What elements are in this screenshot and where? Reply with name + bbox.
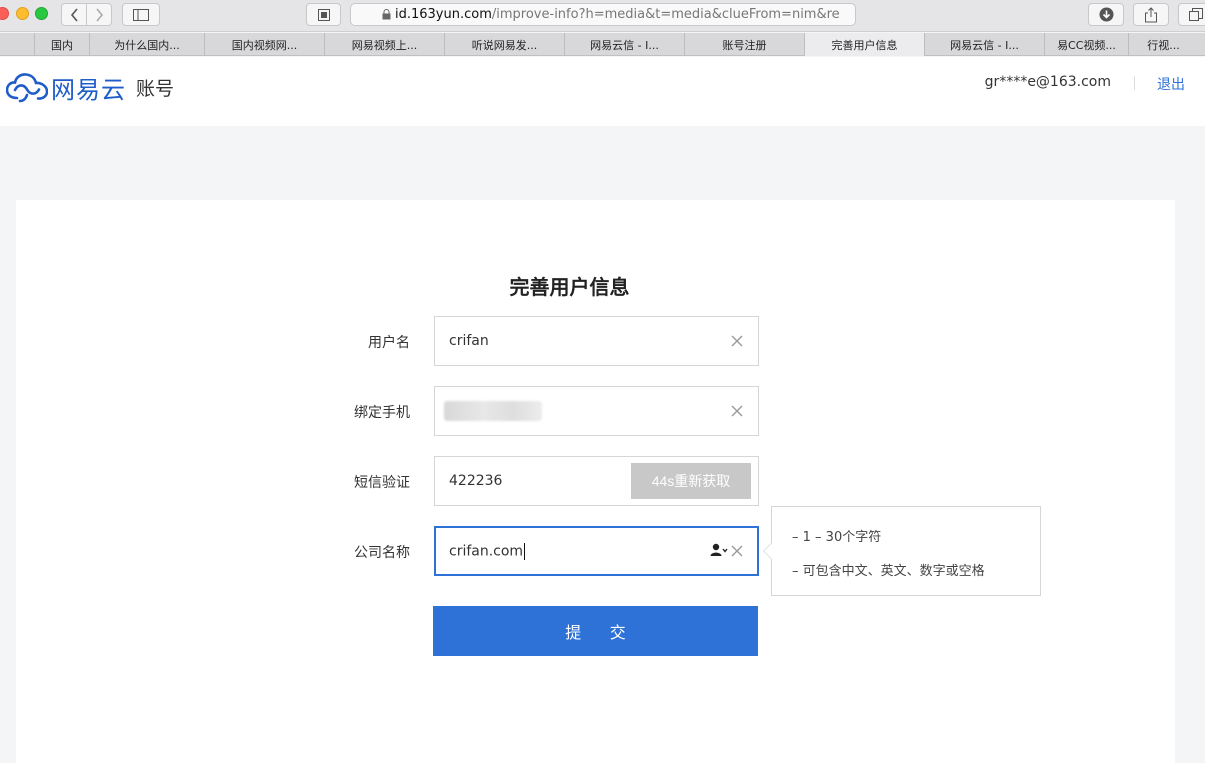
- lock-icon: [382, 9, 391, 20]
- phone-field-box[interactable]: [434, 386, 759, 436]
- reader-button[interactable]: [306, 3, 341, 26]
- sidebar-icon: [133, 8, 149, 21]
- share-icon: [1145, 6, 1157, 22]
- tab-2[interactable]: 国内视频网...: [204, 33, 324, 56]
- autofill-contact-icon[interactable]: [710, 543, 728, 557]
- downloads-button[interactable]: [1088, 3, 1124, 26]
- url-text: id.163yun.com/improve-info?h=media&t=med…: [395, 7, 840, 22]
- logout-link[interactable]: 退出: [1157, 74, 1185, 94]
- submit-button[interactable]: 提 交: [433, 606, 758, 656]
- sms-label: 短信验证: [354, 475, 410, 491]
- clear-company-icon[interactable]: [730, 544, 744, 558]
- tab-4[interactable]: 听说网易发...: [444, 33, 564, 56]
- username-input[interactable]: [449, 333, 679, 349]
- tab-10[interactable]: 行视...: [1128, 33, 1198, 56]
- chevron-left-icon: [70, 7, 78, 22]
- tab-7-active[interactable]: 完善用户信息: [804, 33, 924, 56]
- tab-8[interactable]: 网易云信 - I...: [924, 33, 1044, 56]
- site-header: 网易云 账号 gr****e@163.com 退出: [0, 57, 1205, 126]
- user-email: gr****e@163.com: [984, 74, 1111, 90]
- tooltip-rule-length: – 1 – 30个字符: [792, 530, 882, 545]
- sidebar-button[interactable]: [122, 3, 160, 26]
- sms-code-input[interactable]: [449, 473, 599, 489]
- cloud-logo-icon: [6, 72, 48, 102]
- tooltip-arrow: [763, 542, 772, 560]
- tab-bar: 国内 为什么国内... 国内视频网... 网易视频上... 听说网易发... 网…: [0, 33, 1205, 56]
- tab-6[interactable]: 账号注册: [684, 33, 804, 56]
- phone-label: 绑定手机: [354, 405, 410, 421]
- company-field-box: crifan.com: [434, 526, 759, 576]
- close-window-button[interactable]: [0, 7, 9, 20]
- company-rules-tooltip: – 1 – 30个字符 – 可包含中文、英文、数字或空格: [763, 506, 1041, 596]
- download-icon: [1099, 7, 1113, 22]
- clear-phone-icon[interactable]: [730, 404, 744, 418]
- logo-subtitle: 账号: [136, 78, 175, 100]
- share-button[interactable]: [1133, 3, 1169, 26]
- sms-field-box: 44s重新获取: [434, 456, 759, 506]
- company-label: 公司名称: [354, 545, 410, 561]
- minimize-window-button[interactable]: [16, 7, 29, 20]
- logo-text: 网易云: [51, 76, 126, 104]
- tab-5[interactable]: 网易云信 - I...: [564, 33, 684, 56]
- back-button[interactable]: [61, 3, 87, 26]
- tab-3[interactable]: 网易视频上...: [324, 33, 444, 56]
- username-label: 用户名: [368, 335, 410, 351]
- page-title: 完善用户信息: [509, 275, 630, 299]
- improve-info-card: 完善用户信息 用户名 绑定手机 短信验证 44s重新获取 公司名称 crifan…: [16, 200, 1175, 763]
- header-divider: [1134, 76, 1135, 90]
- tab-0[interactable]: 国内: [34, 33, 89, 56]
- resend-code-button[interactable]: 44s重新获取: [631, 463, 751, 499]
- show-tabs-button[interactable]: [1178, 3, 1205, 26]
- address-bar[interactable]: id.163yun.com/improve-info?h=media&t=med…: [350, 3, 856, 26]
- clear-username-icon[interactable]: [730, 334, 744, 348]
- tooltip-rule-chars: – 可包含中文、英文、数字或空格: [792, 564, 985, 579]
- zoom-window-button[interactable]: [35, 7, 48, 20]
- tabs-icon: [1189, 7, 1203, 21]
- reader-icon: [317, 8, 330, 21]
- forward-button[interactable]: [86, 3, 112, 26]
- logo[interactable]: 网易云 账号: [6, 70, 174, 105]
- company-input[interactable]: crifan.com: [449, 542, 679, 560]
- chevron-right-icon: [95, 7, 103, 22]
- tab-9[interactable]: 易CC视频...: [1044, 33, 1128, 56]
- text-cursor: [524, 542, 526, 560]
- browser-toolbar: id.163yun.com/improve-info?h=media&t=med…: [0, 0, 1205, 32]
- phone-number-redacted: [444, 401, 542, 421]
- username-field-box: [434, 316, 759, 366]
- tab-1[interactable]: 为什么国内...: [89, 33, 204, 56]
